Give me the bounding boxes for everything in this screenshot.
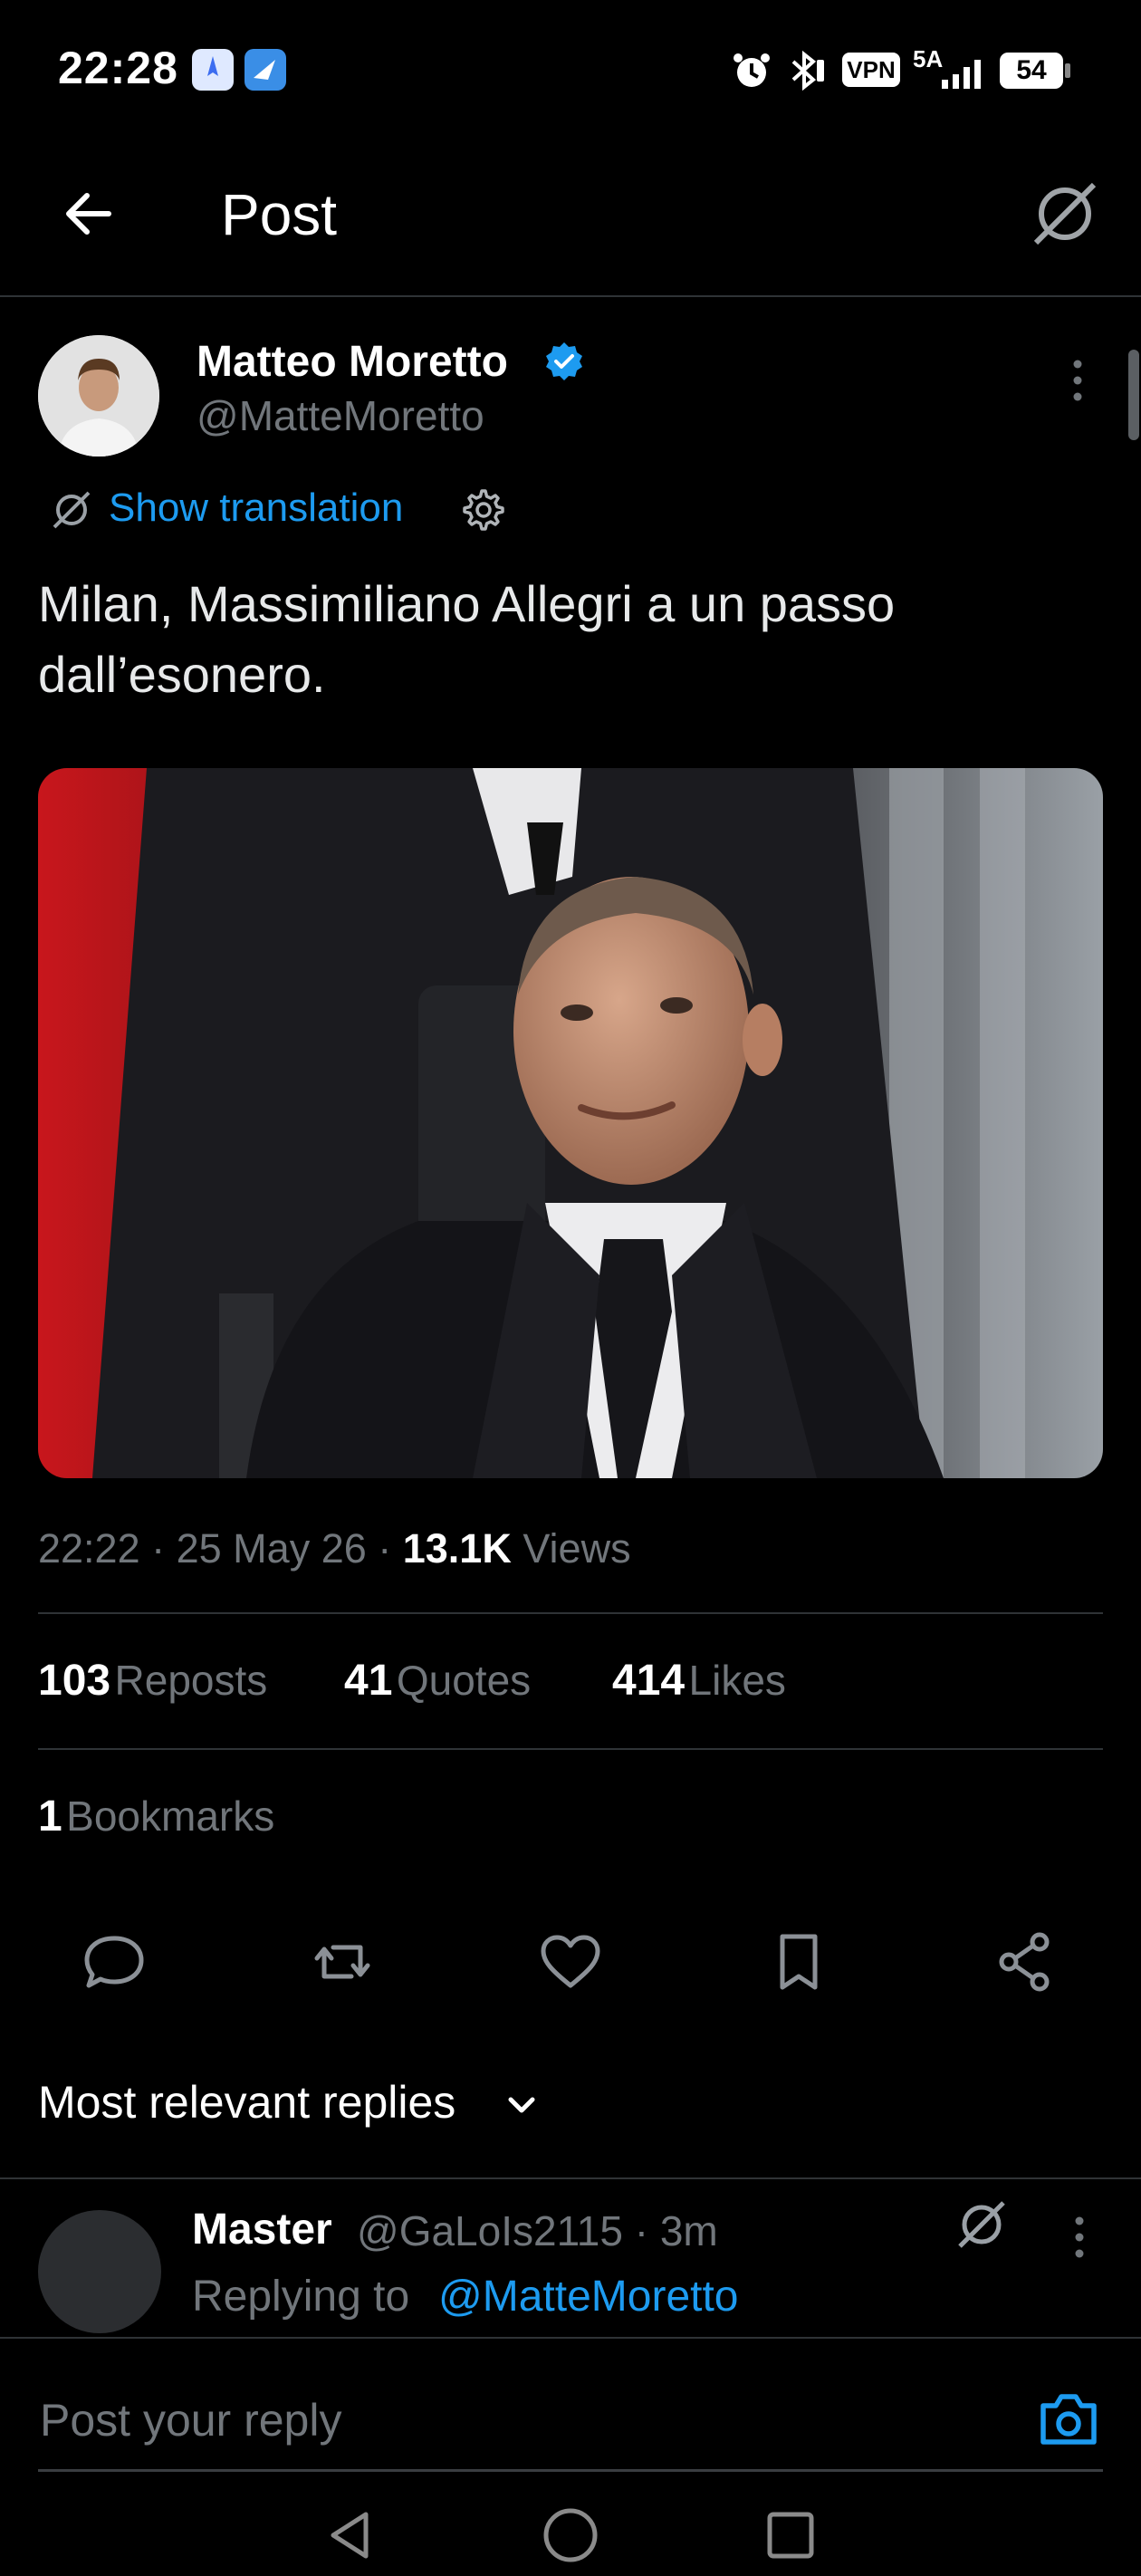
chevron-down-icon (502, 2085, 542, 2125)
stats-divider-mid (38, 1748, 1103, 1750)
stats-divider-top (38, 1612, 1103, 1614)
bookmark-icon (780, 1934, 818, 1990)
likes-stat[interactable]: 414 Likes (612, 1656, 786, 1706)
status-time: 22:28 (58, 43, 178, 93)
page-title: Post (221, 182, 338, 247)
reply-author-meta: @GaLoIs2115 · 3m (357, 2206, 718, 2255)
show-translation-link[interactable]: Show translation (109, 485, 403, 531)
notification-app-icon (244, 49, 286, 91)
replies-divider (0, 2177, 1141, 2179)
nav-recents-button[interactable] (759, 2504, 822, 2567)
reply-time: 3m (659, 2207, 718, 2254)
post-text: Milan, Massimiliano Allegri a un passo d… (38, 575, 896, 703)
bookmarks-stat[interactable]: 1 Bookmarks (38, 1792, 274, 1841)
replying-to-handle[interactable]: @MatteMoretto (438, 2272, 739, 2321)
more-vertical-icon (1073, 360, 1082, 401)
separator: · (366, 1525, 403, 1572)
camera-icon (1040, 2394, 1097, 2445)
quotes-count: 41 (344, 1657, 393, 1705)
reply-avatar[interactable] (38, 2210, 161, 2333)
repost-icon (314, 1945, 370, 1979)
notification-app-icon (192, 49, 234, 91)
nav-back-button[interactable] (319, 2504, 382, 2567)
reply-author-handle[interactable]: @GaLoIs2115 (357, 2207, 623, 2254)
post-meta: 22:22 · 25 May 26 · 13.1K Views (38, 1525, 631, 1572)
bluetooth-icon (782, 49, 826, 92)
scrollbar-thumb[interactable] (1128, 350, 1139, 440)
grok-icon (958, 2201, 1005, 2248)
grok-button[interactable] (1027, 176, 1103, 252)
more-vertical-icon (1075, 2216, 1084, 2258)
reply-input[interactable] (38, 2388, 1020, 2453)
more-options-button[interactable] (1060, 353, 1096, 408)
gear-icon (463, 489, 504, 531)
translation-settings-button[interactable] (456, 484, 507, 534)
vpn-badge: VPN (842, 53, 900, 87)
battery-level: 54 (1016, 55, 1047, 85)
circle-home-icon (543, 2508, 598, 2562)
likes-label: Likes (688, 1657, 786, 1704)
nav-home-button[interactable] (539, 2504, 602, 2567)
grok-icon (53, 491, 91, 529)
separator: · (622, 2207, 660, 2254)
views-count: 13.1K (402, 1525, 512, 1572)
header-divider (0, 295, 1141, 297)
composer-underline (38, 2469, 1103, 2472)
square-recents-icon (767, 2512, 814, 2559)
triangle-back-icon (331, 2512, 369, 2559)
quotes-stat[interactable]: 41 Quotes (344, 1656, 531, 1706)
signal-icon (915, 54, 987, 91)
like-icon (541, 1935, 600, 1988)
back-button[interactable] (53, 178, 125, 250)
bookmark-button[interactable] (762, 1926, 835, 1998)
post-date: 25 May 26 (176, 1525, 367, 1572)
battery-icon: 54 (1000, 53, 1072, 89)
post-time: 22:22 (38, 1525, 140, 1572)
author-avatar[interactable] (38, 335, 159, 457)
reposts-label: Reposts (114, 1657, 268, 1704)
repost-button[interactable] (306, 1926, 379, 1998)
reply-button[interactable] (78, 1926, 150, 1998)
author-handle[interactable]: @MatteMoretto (197, 391, 484, 440)
alarm-icon (730, 49, 773, 92)
post-image[interactable] (38, 768, 1103, 1478)
arrow-left-icon (66, 193, 111, 235)
quotes-label: Quotes (396, 1657, 532, 1704)
share-button[interactable] (989, 1926, 1061, 1998)
replies-sort-label: Most relevant replies (38, 2077, 456, 2128)
bookmarks-count: 1 (38, 1793, 62, 1841)
reply-grok-button[interactable] (953, 2196, 1011, 2254)
grok-icon (1033, 182, 1097, 245)
reply-more-button[interactable] (1061, 2210, 1098, 2264)
replies-sort-dropdown[interactable]: Most relevant replies (38, 2076, 455, 2129)
likes-count: 414 (612, 1657, 686, 1705)
like-button[interactable] (534, 1926, 607, 1998)
reply-icon (84, 1936, 144, 1988)
reposts-count: 103 (38, 1657, 111, 1705)
views-label: Views (523, 1525, 631, 1572)
separator: · (139, 1525, 177, 1572)
replying-to-label: Replying to (192, 2273, 410, 2321)
add-media-button[interactable] (1031, 2382, 1107, 2458)
reply-composer (0, 2337, 1141, 2576)
composer-divider (0, 2337, 1141, 2339)
reposts-stat[interactable]: 103 Reposts (38, 1656, 267, 1706)
reply-author-name[interactable]: Master (192, 2205, 332, 2254)
verified-badge-icon (543, 341, 585, 382)
share-icon (999, 1932, 1050, 1992)
author-name[interactable]: Matteo Moretto (197, 337, 508, 387)
bookmarks-label: Bookmarks (66, 1793, 275, 1840)
